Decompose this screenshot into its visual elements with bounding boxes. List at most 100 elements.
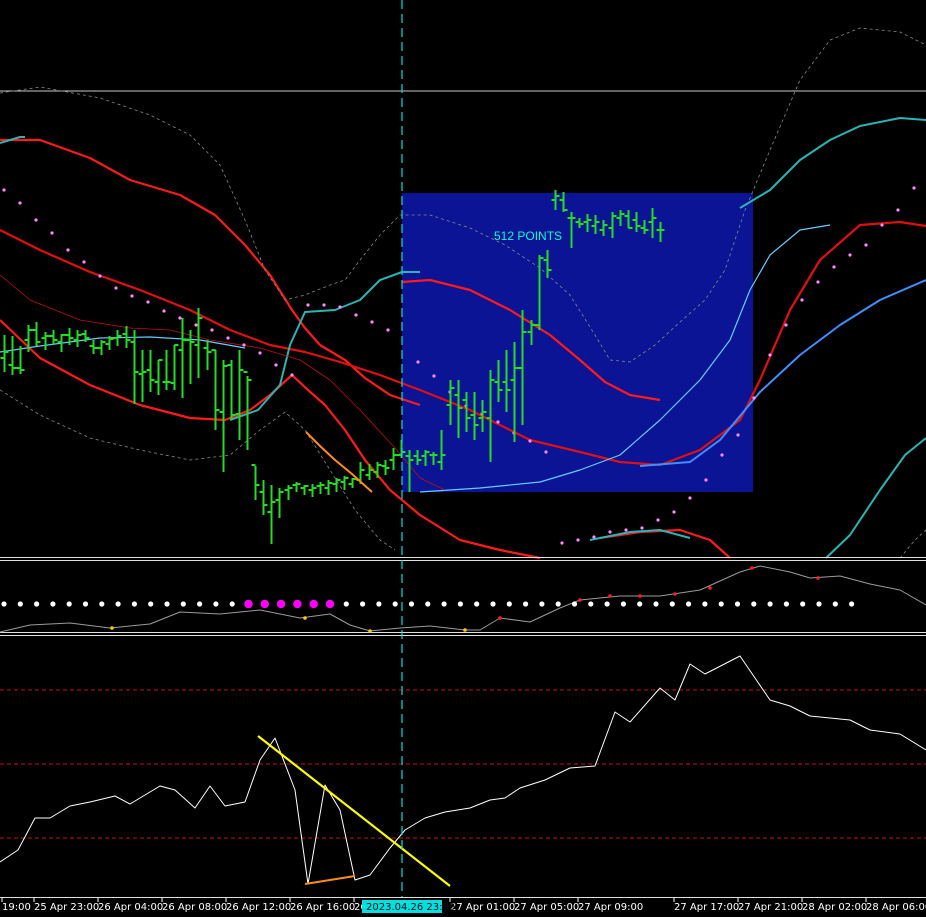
sar-dot — [880, 223, 884, 227]
x-tick-label: 26 Apr 16:00 — [290, 902, 355, 913]
sar-dot — [688, 496, 692, 500]
sar-dot — [306, 303, 310, 307]
signal-dot — [637, 601, 643, 607]
indicator-1-marker — [368, 629, 372, 633]
signal-dot — [555, 601, 561, 607]
signal-dot — [832, 601, 838, 607]
signal-dot — [131, 601, 137, 607]
x-tick-label: 27 Apr 21:00 — [738, 902, 803, 913]
signal-dot — [325, 599, 335, 609]
sar-dot — [560, 541, 564, 545]
indicator-1-marker — [750, 566, 754, 570]
signal-dot — [392, 601, 398, 607]
sar-dot — [912, 186, 916, 190]
sar-dot — [370, 320, 374, 324]
indicator-1-marker — [110, 626, 114, 630]
signal-dot — [360, 601, 366, 607]
indicator-1-marker — [608, 594, 612, 598]
sar-dot — [816, 280, 820, 284]
crosshair-time-text: 2023.04.26 23:00 — [366, 902, 455, 913]
signal-dot — [800, 601, 806, 607]
sar-dot — [864, 243, 868, 247]
signal-dot — [620, 601, 627, 607]
sar-dot — [608, 530, 612, 534]
signal-dot — [343, 601, 349, 607]
trading-chart[interactable]: 512 POINTS 19:00 25 Apr 23:0026 Apr 04:00… — [0, 0, 926, 917]
points-rectangle[interactable] — [402, 193, 753, 492]
signal-dot — [197, 601, 203, 607]
x-tick-label: 26 Apr 08:00 — [162, 902, 227, 913]
signal-dot — [425, 601, 431, 607]
signal-dot — [490, 601, 496, 607]
signal-dot — [17, 601, 23, 607]
signal-dot — [457, 601, 463, 607]
indicator-1-marker — [303, 616, 307, 620]
points-annotation: 512 POINTS — [494, 229, 562, 243]
sar-dot — [290, 373, 294, 377]
sar-dot — [50, 231, 54, 235]
sar-dot — [34, 218, 38, 222]
indicator-1-marker — [638, 594, 642, 598]
signal-dot — [115, 601, 121, 607]
sar-dot — [752, 396, 756, 400]
signal-dot — [213, 601, 219, 607]
sar-dot — [210, 328, 214, 332]
sar-dot — [162, 309, 166, 313]
sar-dot — [832, 265, 836, 269]
sar-dot — [656, 518, 660, 522]
signal-dot — [718, 601, 724, 607]
sar-dot — [114, 286, 118, 290]
signal-dot — [539, 601, 545, 607]
signal-dot — [1, 601, 7, 607]
sar-dot — [130, 294, 134, 298]
signal-dot — [376, 601, 382, 607]
signal-dot — [604, 601, 610, 607]
signal-dot — [588, 601, 594, 607]
sar-dot — [98, 274, 102, 278]
signal-dot — [99, 601, 105, 607]
sar-dot — [768, 353, 772, 357]
sar-dot — [528, 439, 532, 443]
sar-dot — [386, 328, 390, 332]
signal-dot — [244, 599, 253, 609]
sar-dot — [544, 450, 548, 454]
signal-dot — [686, 601, 692, 607]
signal-dot — [441, 601, 447, 607]
indicator-1-marker — [673, 592, 677, 596]
sar-dot — [322, 303, 326, 307]
signal-dot — [180, 601, 186, 607]
x-tick-label: 27 Apr 09:00 — [578, 902, 643, 913]
signal-dot — [148, 601, 154, 607]
sar-dot — [18, 201, 22, 205]
sar-dot — [416, 360, 420, 364]
sar-dot — [274, 363, 278, 367]
indicator-1-marker — [708, 586, 712, 590]
indicator-1-marker — [816, 576, 820, 580]
sar-dot — [624, 528, 628, 532]
x-tick-label: 27 Apr 01:00 — [450, 902, 515, 913]
signal-dot — [669, 601, 675, 607]
signal-dot — [229, 601, 235, 607]
x-tick-label: 26 Apr 12:00 — [226, 902, 291, 913]
signal-dot — [523, 601, 529, 607]
sar-dot — [896, 208, 900, 212]
sar-dot — [736, 433, 740, 437]
sar-dot — [784, 323, 788, 327]
sar-dot — [354, 313, 358, 317]
signal-dot — [309, 599, 318, 609]
signal-dot — [751, 601, 757, 607]
signal-dot — [571, 601, 578, 607]
signal-dot — [849, 601, 855, 607]
sar-dot — [2, 188, 6, 192]
signal-dot — [408, 601, 415, 607]
sar-dot — [496, 420, 500, 424]
sar-dot — [704, 478, 708, 482]
sar-dot — [178, 316, 182, 320]
signal-dot — [293, 599, 302, 609]
sar-dot — [640, 526, 644, 530]
signal-dot — [653, 601, 659, 607]
sar-dot — [338, 305, 342, 309]
sar-dot — [800, 298, 804, 302]
sar-dot — [672, 510, 676, 514]
signal-dot — [702, 601, 708, 607]
